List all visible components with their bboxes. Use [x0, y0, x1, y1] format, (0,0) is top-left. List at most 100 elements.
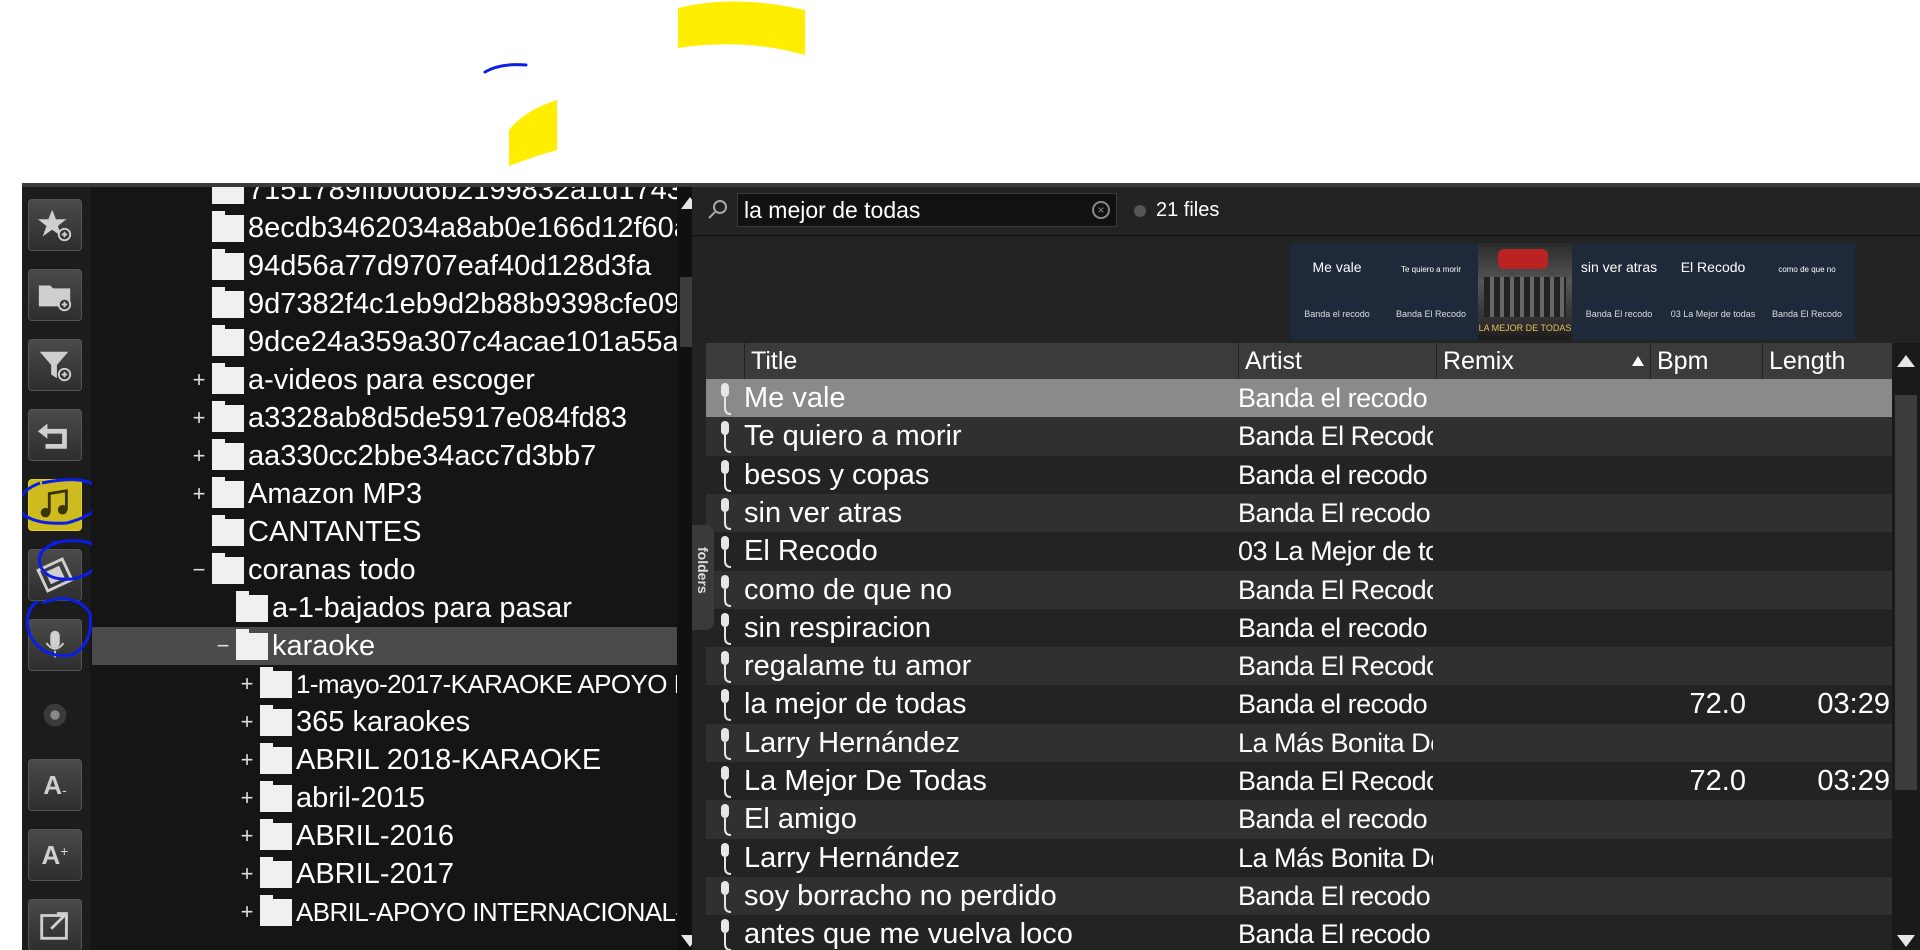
collapse-toggle[interactable]: − — [216, 627, 230, 665]
table-row[interactable]: Larry Hernández La Más Bonita De... — [706, 838, 1892, 877]
folder-icon — [212, 439, 244, 470]
font-decrease-suffix: - — [62, 782, 67, 798]
tree-item[interactable]: + a-videos para escoger — [92, 361, 677, 399]
column-header-length[interactable]: Length — [1762, 343, 1892, 379]
cover-item[interactable]: sin ver atras Banda El recodo — [1572, 243, 1666, 340]
search-input[interactable] — [737, 193, 1117, 227]
cover-item[interactable]: como de que no Banda El Recodo — [1760, 243, 1854, 340]
column-header-icon[interactable] — [706, 343, 744, 379]
tree-item[interactable]: + aa330cc2bbe34acc7d3bb7 — [92, 437, 677, 475]
add-folder-button[interactable] — [28, 269, 82, 321]
expand-toggle[interactable]: + — [240, 893, 254, 931]
tree-item[interactable]: + 365 karaokes — [92, 703, 677, 741]
table-row[interactable]: sin respiracion Banda el recodo — [706, 608, 1892, 648]
table-row[interactable]: El amigo Banda el recodo — [706, 800, 1892, 839]
tree-item[interactable]: + abril-2015 — [92, 779, 677, 817]
tree-scroll-thumb[interactable] — [680, 277, 692, 347]
record-button[interactable] — [28, 689, 82, 741]
tree-item[interactable]: 9dce24a359a307c4acae101a55a8 — [92, 323, 677, 361]
tree-item[interactable]: a-1-bajados para pasar — [92, 589, 677, 627]
collapse-toggle[interactable]: − — [192, 551, 206, 589]
tree-item[interactable]: − coranas todo — [92, 551, 677, 589]
cell-artist: Banda el recodo — [1238, 459, 1428, 490]
table-row[interactable]: regalame tu amor Banda El Recodo — [706, 647, 1892, 686]
scroll-down-icon[interactable] — [681, 935, 692, 947]
microphone-icon — [721, 574, 732, 607]
cover-item[interactable]: Te quiero a morir Banda El Recodo — [1384, 243, 1478, 340]
favorite-add-button[interactable] — [28, 199, 82, 251]
folder-icon — [212, 401, 244, 432]
tree-item[interactable]: + ABRIL-2016 — [92, 817, 677, 855]
expand-toggle[interactable]: + — [240, 741, 254, 779]
tree-item[interactable]: + Amazon MP3 — [92, 475, 677, 513]
tree-item[interactable]: + ABRIL-APOYO INTERNACIONAL-201 — [92, 893, 677, 931]
table-row[interactable]: El Recodo 03 La Mejor de to... — [706, 532, 1892, 571]
expand-toggle[interactable]: + — [192, 361, 206, 399]
tree-item-label: 9d7382f4c1eb9d2b88b9398cfe09 — [248, 288, 677, 320]
cell-artist: Banda El Recodo — [1238, 421, 1433, 452]
font-decrease-button[interactable]: A- — [28, 759, 82, 811]
table-row[interactable]: Te quiero a morir Banda El Recodo — [706, 417, 1892, 456]
cover-artist: Banda El recodo — [1585, 309, 1653, 319]
cover-item[interactable]: El Recodo 03 La Mejor de todas — [1666, 243, 1760, 340]
tree-item[interactable]: + ABRIL 2018-KARAOKE — [92, 741, 677, 779]
expand-toggle[interactable]: + — [240, 703, 254, 741]
expand-toggle[interactable]: + — [192, 399, 206, 437]
expand-toggle[interactable]: + — [240, 855, 254, 893]
cell-title: antes que me vuelva loco — [744, 918, 1073, 950]
tree-item[interactable]: 8ecdb3462034a8ab0e166d12f60a05 — [92, 209, 677, 247]
table-body: Me vale Banda el recodo Te quiero a morir B… — [706, 379, 1892, 950]
expand-toggle[interactable]: + — [240, 779, 254, 817]
tree-item[interactable]: CANTANTES — [92, 513, 677, 551]
cover-item-album-art[interactable]: LA MEJOR DE TODAS — [1478, 243, 1572, 340]
popout-window-icon — [40, 912, 68, 940]
table-row[interactable]: Larry Hernández La Más Bonita De... — [706, 723, 1892, 762]
column-header-bpm[interactable]: Bpm — [1650, 343, 1762, 379]
tree-item-selected[interactable]: − karaoke — [92, 627, 677, 665]
cover-item[interactable]: Me vale Banda el recodo — [1290, 243, 1384, 340]
table-scrollbar[interactable] — [1892, 343, 1920, 950]
add-filter-button[interactable] — [28, 339, 82, 391]
table-scroll-thumb[interactable] — [1895, 395, 1917, 790]
table-row[interactable]: antes que me vuelva loco Banda El recodo — [706, 915, 1892, 950]
cover-title: Me vale — [1312, 259, 1362, 275]
table-row[interactable]: besos y copas Banda el recodo — [706, 455, 1892, 494]
expand-toggle[interactable]: + — [240, 665, 254, 703]
font-increase-suffix: + — [60, 843, 69, 859]
tree-item[interactable]: + 1-mayo-2017-KARAOKE APOYO INTE — [92, 665, 677, 703]
tree-item[interactable]: + ABRIL-2017 — [92, 855, 677, 893]
search-options-icon[interactable] — [1134, 205, 1146, 217]
column-header-artist[interactable]: Artist — [1238, 343, 1436, 379]
cell-length: 03:29 — [1817, 765, 1890, 797]
back-button[interactable] — [28, 409, 82, 461]
cover-artist: Banda El Recodo — [1395, 309, 1467, 319]
table-row[interactable]: como de que no Banda El Recodo — [706, 570, 1892, 609]
table-row[interactable]: La Mejor De Todas Banda El Recodo 72.0 03:2… — [706, 762, 1892, 801]
tree-item-label: ABRIL-2017 — [296, 858, 454, 890]
font-increase-button[interactable]: A + — [28, 829, 82, 881]
scroll-down-icon[interactable] — [1897, 935, 1915, 947]
cell-title: Larry Hernández — [744, 841, 960, 874]
tree-item[interactable]: 7151789ffb0d6b2199832a1d17435cd — [92, 187, 677, 209]
scroll-up-icon[interactable] — [1897, 355, 1915, 367]
table-row-selected[interactable]: Me vale Banda el recodo — [706, 379, 1892, 418]
tree-item[interactable]: + a3328ab8d5de5917e084fd83 — [92, 399, 677, 437]
clear-search-icon[interactable]: × — [1092, 201, 1110, 219]
column-header-remix[interactable]: Remix — [1436, 343, 1650, 379]
tree-item[interactable]: 9d7382f4c1eb9d2b88b9398cfe09 — [92, 285, 677, 323]
tree-scrollbar[interactable] — [677, 187, 692, 950]
expand-toggle[interactable]: + — [240, 817, 254, 855]
popout-button[interactable] — [28, 899, 82, 950]
column-header-title[interactable]: Title — [744, 343, 1238, 379]
expand-toggle[interactable]: + — [192, 437, 206, 475]
table-row[interactable]: soy borracho no perdido Banda El recodo — [706, 876, 1892, 916]
table-row[interactable]: sin ver atras Banda El recodo — [706, 493, 1892, 533]
cell-artist: Banda El recodo — [1238, 919, 1431, 950]
table-row[interactable]: la mejor de todas Banda el recodo 72.0 03:2… — [706, 685, 1892, 724]
scroll-up-icon[interactable] — [681, 197, 692, 209]
folders-side-tab[interactable]: folders — [692, 525, 714, 630]
expand-toggle[interactable]: + — [192, 475, 206, 513]
tree-item-label: 7151789ffb0d6b2199832a1d17435cd — [248, 187, 677, 206]
tree-item-label: 8ecdb3462034a8ab0e166d12f60a05 — [248, 212, 677, 244]
tree-item[interactable]: 94d56a77d9707eaf40d128d3fa — [92, 247, 677, 285]
